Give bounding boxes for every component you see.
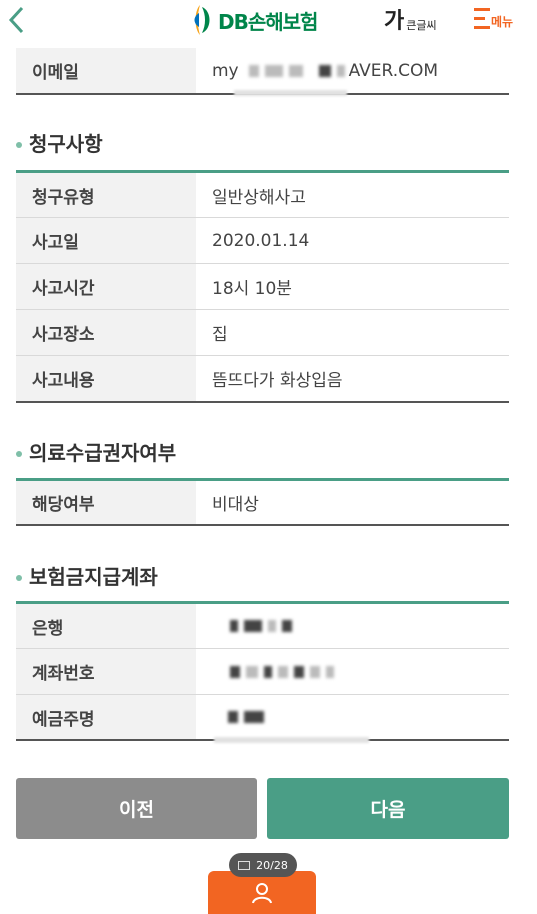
prev-button[interactable]: 이전	[16, 778, 257, 839]
claim-section-title: 청구사항	[16, 128, 103, 157]
db-logo-icon	[194, 5, 210, 35]
menu-label: 메뉴	[491, 15, 514, 29]
claim-row: 사고내용 뜸뜨다가 화상입음	[16, 356, 509, 403]
claim-row: 사고장소 집	[16, 310, 509, 356]
hamburger-icon	[474, 8, 490, 30]
account-row: 계좌번호	[16, 649, 509, 695]
accident-time-label: 사고시간	[16, 264, 196, 309]
claim-row: 사고시간 18시 10분	[16, 264, 509, 310]
page-counter: 20/28	[229, 853, 297, 877]
account-number-redacted	[212, 649, 509, 694]
email-suffix: AVER.COM	[348, 60, 439, 81]
accident-place-value: 집	[212, 325, 228, 345]
back-button[interactable]	[2, 4, 32, 36]
account-section-title: 보험금지급계좌	[16, 561, 158, 590]
email-row: 이메일 my AVER.COM	[16, 48, 509, 95]
bank-value-redacted	[212, 604, 509, 648]
big-font-glyph: 가	[384, 9, 405, 34]
page-counter-text: 20/28	[256, 858, 288, 872]
accident-date-label: 사고일	[16, 218, 196, 263]
bullet-icon	[16, 141, 22, 148]
applicable-value: 비대상	[212, 495, 259, 515]
claim-row: 사고일 2020.01.14	[16, 218, 509, 264]
logo-text: DB손해보험	[218, 9, 318, 34]
accident-detail-label: 사고내용	[16, 356, 196, 401]
claim-row: 청구유형 일반상해사고	[16, 173, 509, 218]
email-value: my AVER.COM	[212, 48, 509, 93]
email-label: 이메일	[16, 48, 196, 93]
accident-place-label: 사고장소	[16, 310, 196, 355]
account-holder-label: 예금주명	[16, 695, 196, 739]
claim-type-label: 청구유형	[16, 173, 196, 217]
applicable-label: 해당여부	[16, 481, 196, 524]
account-holder-redacted	[212, 695, 509, 739]
image-icon	[238, 860, 251, 870]
account-row: 예금주명	[16, 695, 509, 741]
account-row: 은행	[16, 604, 509, 649]
bullet-icon	[16, 450, 22, 457]
big-font-label: 큰글씨	[406, 19, 437, 32]
chevron-left-icon	[8, 6, 24, 34]
user-icon	[252, 882, 272, 903]
medical-section-title: 의료수급권자여부	[16, 437, 176, 466]
medical-row: 해당여부 비대상	[16, 481, 509, 526]
accident-detail-value: 뜸뜨다가 화상입음	[212, 371, 343, 391]
accident-date-value: 2020.01.14	[212, 230, 310, 251]
app-header: DB손해보험 가 큰글씨 메뉴	[0, 0, 537, 40]
menu-button[interactable]: 메뉴	[474, 6, 524, 34]
account-number-label: 계좌번호	[16, 649, 196, 694]
bullet-icon	[16, 574, 22, 581]
db-logo[interactable]: DB손해보험	[190, 2, 318, 38]
claim-type-value: 일반상해사고	[212, 187, 306, 208]
bank-label: 은행	[16, 604, 196, 648]
user-fab-button[interactable]	[208, 871, 316, 914]
email-prefix: my	[212, 60, 239, 81]
big-font-button[interactable]: 가 큰글씨	[384, 4, 446, 36]
accident-time-value: 18시 10분	[212, 279, 292, 299]
next-button[interactable]: 다음	[267, 778, 509, 839]
